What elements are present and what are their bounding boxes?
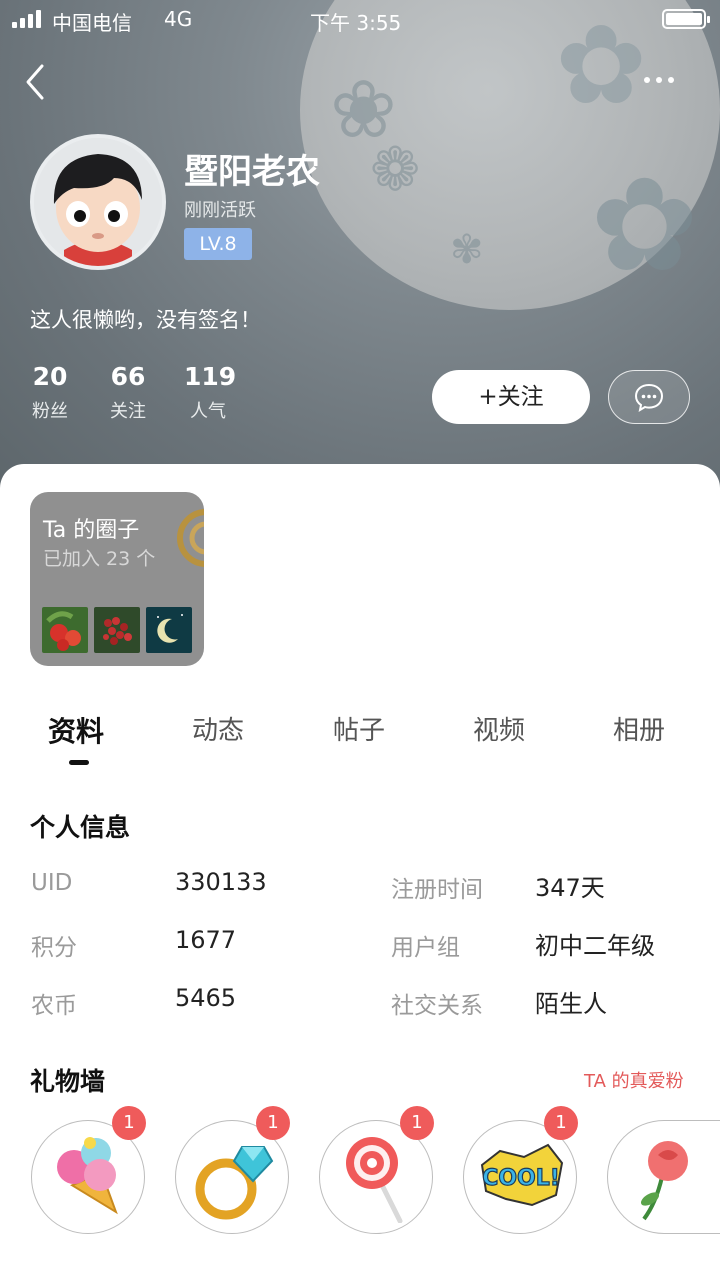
circle-thumb-moon[interactable] xyxy=(146,607,192,653)
circles-count: 已加入 23 个 xyxy=(43,548,156,570)
active-status: 刚刚活跃 xyxy=(184,200,256,221)
dot-icon xyxy=(656,77,662,83)
info-value-user-group: 初中二年级 xyxy=(535,932,655,960)
personal-info-title: 个人信息 xyxy=(30,813,131,842)
battery-icon xyxy=(662,9,710,29)
stat-value: 66 xyxy=(110,362,146,391)
circle-thumb-strawberries[interactable] xyxy=(42,607,88,653)
stat-label: 关注 xyxy=(110,401,146,422)
cool-sticker-icon: COOL! xyxy=(480,1143,564,1207)
flower-decoration: ✾ xyxy=(450,227,484,273)
info-value-registered: 347天 xyxy=(535,874,605,902)
info-label-relationship: 社交关系 xyxy=(391,993,483,1019)
info-value-uid: 330133 xyxy=(175,868,267,896)
tab-videos[interactable]: 视频 xyxy=(473,710,525,747)
profile-header: ✿ ❀ ✿ ❁ ✾ 中国电信 4G 下午 3:55 暨阳老农 刚刚活跃 LV.8… xyxy=(0,0,720,500)
profile-content-card: Ta 的圈子 已加入 23 个 资料 动态 帖子 视频 相册 个人信息 UID … xyxy=(0,464,720,1280)
signal-icon xyxy=(12,10,41,28)
info-label-registered: 注册时间 xyxy=(391,877,483,903)
tab-albums[interactable]: 相册 xyxy=(613,710,665,747)
tab-activity[interactable]: 动态 xyxy=(192,710,244,747)
dot-icon xyxy=(668,77,674,83)
flower-decoration: ❁ xyxy=(370,135,421,205)
tab-profile-info[interactable]: 资料 xyxy=(48,710,104,750)
username: 暨阳老农 xyxy=(184,152,320,192)
info-label-user-group: 用户组 xyxy=(391,935,460,961)
chevron-left-icon xyxy=(26,64,44,100)
gift-count-badge: 1 xyxy=(256,1106,290,1140)
svg-text:COOL!: COOL! xyxy=(482,1166,560,1191)
follow-button[interactable]: +关注 xyxy=(432,370,590,424)
info-value-coins: 5465 xyxy=(175,984,237,1012)
gift-count-badge: 1 xyxy=(112,1106,146,1140)
info-value-points: 1677 xyxy=(175,926,237,954)
gift-count-badge: 1 xyxy=(400,1106,434,1140)
status-bar: 中国电信 4G 下午 3:55 xyxy=(0,0,720,40)
rose-icon xyxy=(640,1141,688,1221)
info-label-coins: 农币 xyxy=(31,993,77,1019)
avatar[interactable] xyxy=(30,134,166,270)
stat-following[interactable]: 66 关注 xyxy=(106,362,150,423)
stat-label: 粉丝 xyxy=(32,401,68,422)
stat-popularity[interactable]: 119 人气 xyxy=(184,362,237,423)
gift-item[interactable] xyxy=(607,1120,720,1234)
stat-value: 20 xyxy=(32,362,68,391)
level-badge: LV.8 xyxy=(184,228,252,260)
stat-label: 人气 xyxy=(190,401,226,422)
stat-fans[interactable]: 20 粉丝 xyxy=(28,362,72,423)
circle-thumb-berries[interactable] xyxy=(94,607,140,653)
status-time: 下午 3:55 xyxy=(310,11,402,35)
active-tab-indicator xyxy=(69,760,89,765)
info-label-uid: UID xyxy=(31,870,73,896)
gift-wall-title: 礼物墙 xyxy=(30,1067,106,1096)
message-button[interactable] xyxy=(608,370,690,424)
stat-value: 119 xyxy=(184,362,237,391)
ice-cream-icon xyxy=(57,1137,118,1215)
more-options-button[interactable] xyxy=(644,66,684,94)
circles-title: Ta 的圈子 xyxy=(43,518,140,543)
cartoon-boy-avatar-icon xyxy=(34,138,162,266)
info-value-relationship: 陌生人 xyxy=(535,990,607,1018)
circle-thumbnails xyxy=(42,607,192,653)
circle-logo-icon xyxy=(177,509,204,567)
lollipop-icon xyxy=(346,1137,403,1223)
network-type: 4G xyxy=(164,7,193,31)
carrier-name: 中国电信 xyxy=(52,11,132,35)
diamond-ring-icon xyxy=(195,1146,274,1220)
info-label-points: 积分 xyxy=(31,935,77,961)
tab-posts[interactable]: 帖子 xyxy=(333,710,385,747)
dot-icon xyxy=(644,77,650,83)
back-button[interactable] xyxy=(22,62,52,102)
flower-decoration: ✿ xyxy=(590,149,699,301)
circles-card[interactable]: Ta 的圈子 已加入 23 个 xyxy=(30,492,204,666)
top-fans-link[interactable]: TA 的真爱粉 xyxy=(584,1067,684,1093)
profile-tabs: 资料 动态 帖子 视频 相册 xyxy=(0,710,720,770)
chat-bubble-icon xyxy=(634,383,664,413)
gift-count-badge: 1 xyxy=(544,1106,578,1140)
signature-text: 这人很懒哟，没有签名！ xyxy=(30,308,261,332)
